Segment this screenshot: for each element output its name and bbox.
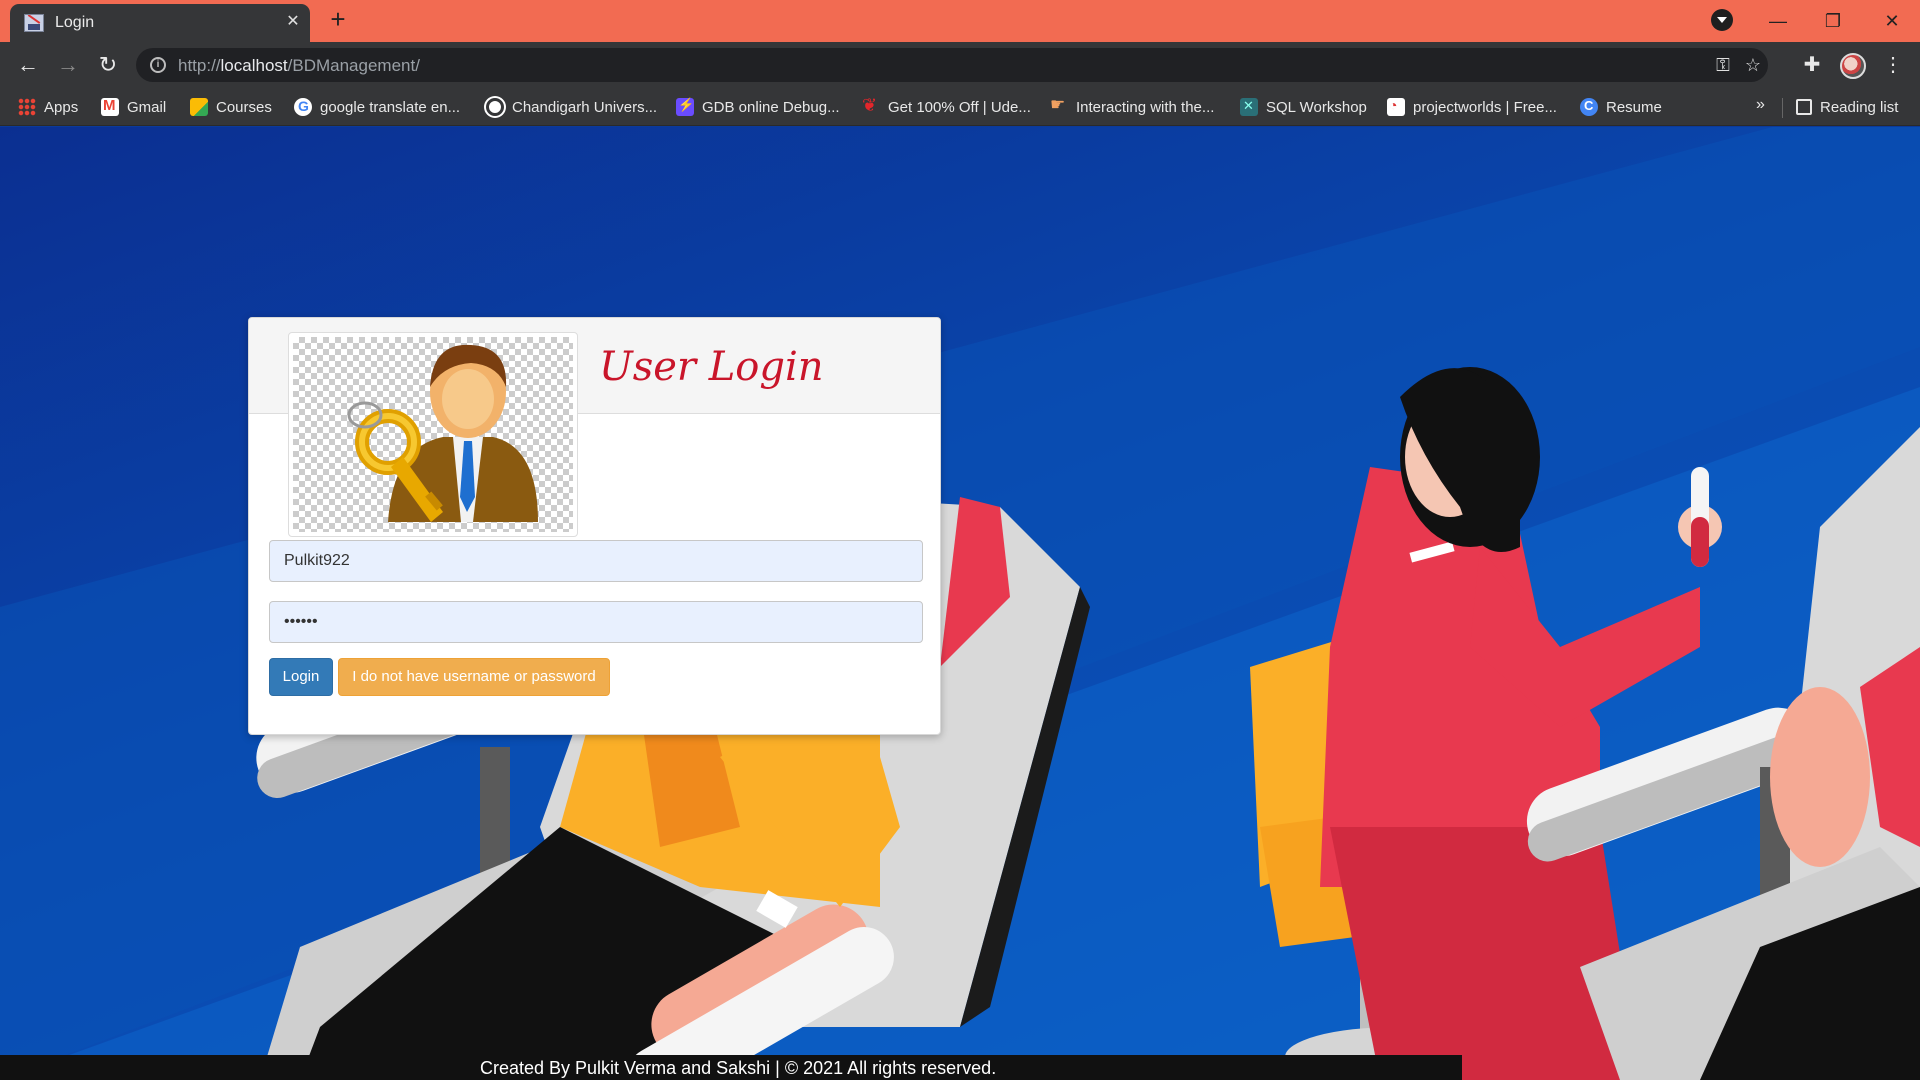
- site-info-icon[interactable]: i: [150, 57, 166, 73]
- browser-tab[interactable]: Login ✕: [10, 4, 310, 42]
- hand-icon: [1050, 95, 1068, 116]
- gdb-icon: [676, 97, 694, 116]
- reading-list-button[interactable]: Reading list: [1796, 96, 1898, 118]
- bookmark-chandigarh[interactable]: Chandigarh Univers...: [486, 96, 657, 118]
- bookmark-gmail[interactable]: Gmail: [101, 96, 166, 118]
- footer-copyright: Created By Pulkit Verma and Sakshi | © 2…: [480, 1058, 997, 1078]
- restore-button[interactable]: ❐: [1819, 8, 1847, 34]
- extensions-icon[interactable]: ✚: [1798, 51, 1826, 79]
- site-favicon-icon: [24, 14, 44, 32]
- footer-bar: Created By Pulkit Verma and Sakshi | © 2…: [0, 1055, 1462, 1080]
- bookmark-gdb[interactable]: GDB online Debug...: [676, 96, 840, 118]
- bookmark-apps[interactable]: Apps: [18, 96, 78, 118]
- key-icon[interactable]: ⚿: [1712, 54, 1734, 76]
- bookmark-udemy[interactable]: Get 100% Off | Ude...: [862, 95, 1031, 118]
- google-icon: [294, 98, 312, 116]
- browser-toolbar: ← → ↻ i http://localhost/BDManagement/ ⚿…: [0, 42, 1920, 88]
- apps-grid-icon: [18, 98, 36, 116]
- password-input[interactable]: [269, 601, 923, 643]
- reading-list-icon: [1796, 99, 1812, 115]
- username-input[interactable]: [269, 540, 923, 582]
- bookmark-courses[interactable]: Courses: [190, 96, 272, 118]
- bookmark-interacting[interactable]: Interacting with the...: [1050, 95, 1214, 118]
- forward-icon[interactable]: →: [54, 51, 82, 79]
- close-window-button[interactable]: ✕: [1878, 8, 1906, 34]
- new-tab-button[interactable]: +: [324, 6, 352, 34]
- more-bookmarks-icon[interactable]: »: [1756, 96, 1765, 114]
- profile-avatar[interactable]: [1840, 53, 1866, 79]
- globe-icon: [486, 98, 504, 116]
- no-credentials-button[interactable]: I do not have username or password: [338, 658, 610, 696]
- tab-search-icon[interactable]: [1711, 9, 1733, 31]
- resume-icon: [1580, 98, 1598, 116]
- minimize-button[interactable]: —: [1764, 8, 1792, 34]
- bookmark-star-icon[interactable]: ☆: [1742, 54, 1764, 76]
- bookmarks-bar: Apps Gmail Courses google translate en..…: [0, 88, 1920, 126]
- courses-icon: [190, 98, 208, 116]
- url-text: http://localhost/BDManagement/: [178, 56, 420, 75]
- udemy-icon: [862, 95, 880, 116]
- bookmark-projectworlds[interactable]: projectworlds | Free...: [1387, 96, 1557, 118]
- user-login-image: [288, 332, 578, 537]
- login-card: User Login Login I do n: [248, 317, 941, 735]
- page-background: User Login Login I do n: [0, 127, 1920, 1080]
- reload-icon[interactable]: ↻: [94, 51, 122, 79]
- tab-title: Login: [55, 14, 95, 31]
- bookmark-google-translate[interactable]: google translate en...: [294, 96, 460, 118]
- gmail-icon: [101, 97, 119, 116]
- tab-close-icon[interactable]: ✕: [282, 11, 304, 33]
- login-button[interactable]: Login: [269, 658, 333, 696]
- bookmark-sql-workshop[interactable]: SQL Workshop: [1240, 96, 1367, 118]
- back-icon[interactable]: ←: [14, 51, 42, 79]
- projectworlds-icon: [1387, 97, 1405, 116]
- menu-icon[interactable]: ⋮: [1879, 51, 1907, 79]
- sql-icon: [1240, 98, 1258, 116]
- bookmarks-divider: [1782, 98, 1783, 118]
- tab-strip: Login ✕ + — ❐ ✕: [0, 0, 1920, 42]
- address-bar[interactable]: i http://localhost/BDManagement/ ⚿ ☆: [136, 48, 1768, 82]
- bookmark-resume[interactable]: Resume: [1580, 96, 1662, 118]
- login-title: User Login: [599, 344, 824, 390]
- user-key-icon: [347, 344, 538, 522]
